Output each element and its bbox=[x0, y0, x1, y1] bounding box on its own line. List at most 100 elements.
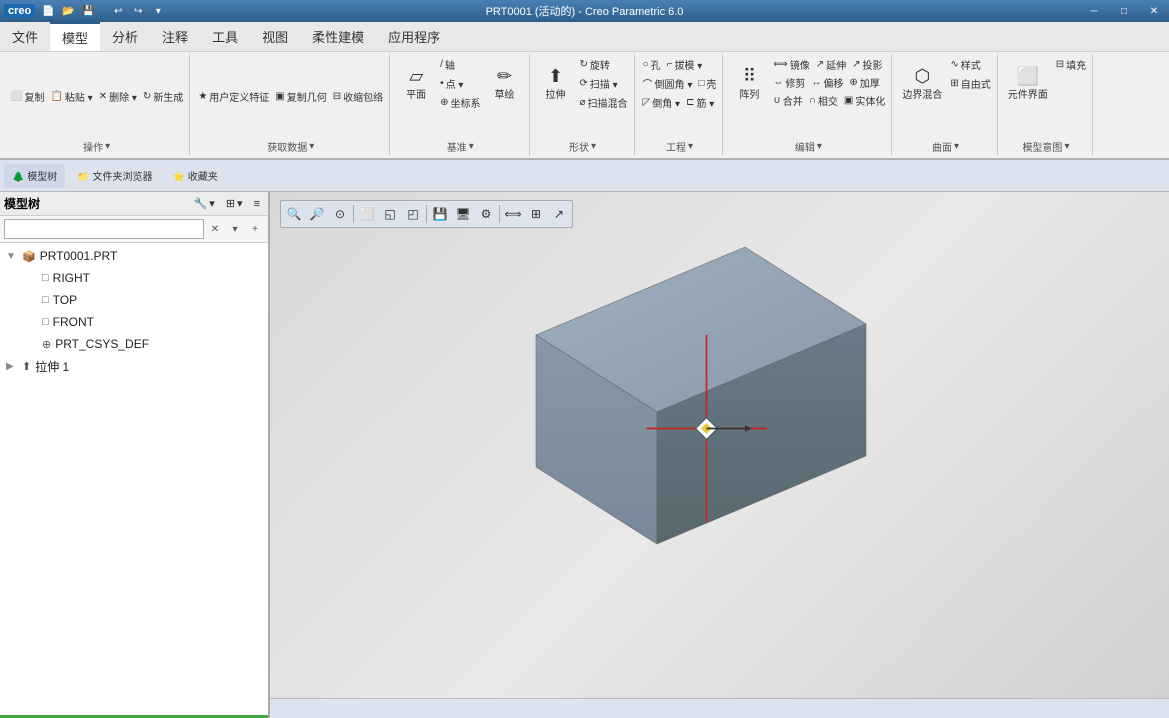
view-save-btn[interactable]: 💾 bbox=[429, 203, 451, 225]
btn-intersect[interactable]: ∩相交 bbox=[807, 92, 840, 109]
btn-copy[interactable]: ⬜复制 bbox=[8, 88, 46, 105]
tree-item-csys[interactable]: ⊕ PRT_CSYS_DEF bbox=[0, 333, 268, 355]
btn-shrinkwrap[interactable]: ⊟收缩包络 bbox=[331, 88, 385, 105]
more-icon: ≡ bbox=[254, 198, 260, 210]
tab-favorites[interactable]: ⭐ 收藏夹 bbox=[164, 164, 225, 188]
btn-boundary-blend[interactable]: ⬡ 边界混合 bbox=[898, 56, 946, 111]
btn-revolve[interactable]: ↻旋转 bbox=[578, 56, 630, 73]
tab-model-tree[interactable]: 🌲 模型树 bbox=[4, 164, 65, 188]
group-label-operations: 操作 ▾ bbox=[8, 137, 185, 154]
new-file-btn[interactable]: 📄 bbox=[39, 2, 57, 20]
view-sep-1 bbox=[353, 205, 354, 223]
btn-shell[interactable]: □壳 bbox=[696, 75, 718, 92]
group-label-datum: 基准 ▾ bbox=[396, 137, 524, 154]
btn-blend-sweep[interactable]: ⌀扫描混合 bbox=[578, 94, 630, 111]
btn-plane[interactable]: ▱ 平面 bbox=[396, 56, 436, 111]
viewport[interactable]: 🔍 🔎 ⊙ ⬜ ◱ ◰ 💾 🖥 ⚙ ⟺ ⊞ ↗ bbox=[270, 192, 1169, 718]
btn-trim[interactable]: ⇔修剪 bbox=[771, 74, 807, 91]
btn-paste[interactable]: 📋粘贴 ▾ bbox=[48, 88, 94, 105]
btn-merge[interactable]: ∪合并 bbox=[771, 92, 804, 109]
btn-copy-geom[interactable]: ▣复制几何 bbox=[273, 88, 328, 105]
expand-extrude1[interactable]: ▶ bbox=[6, 361, 18, 372]
menu-model[interactable]: 模型 bbox=[50, 22, 100, 51]
menu-tools[interactable]: 工具 bbox=[200, 22, 250, 51]
group-label-getdata: 获取数据 ▾ bbox=[196, 137, 385, 154]
menu-file[interactable]: 文件 bbox=[0, 22, 50, 51]
tree-search-input[interactable] bbox=[4, 219, 204, 239]
btn-fill[interactable]: ⊟填充 bbox=[1054, 56, 1088, 73]
btn-sweep[interactable]: ⟳扫描 ▾ bbox=[578, 75, 630, 92]
btn-offset[interactable]: ↔偏移 bbox=[809, 74, 845, 91]
tab-folder-browser[interactable]: 📁 文件夹浏览器 bbox=[69, 164, 160, 188]
btn-delete[interactable]: ✕删除 ▾ bbox=[97, 88, 139, 105]
menu-flexible[interactable]: 柔性建模 bbox=[300, 22, 376, 51]
tree-item-front[interactable]: □ FRONT bbox=[0, 311, 268, 333]
btn-csys[interactable]: ⊕坐标系 bbox=[438, 94, 482, 111]
ribbon-group-surface: ⬡ 边界混合 ∿样式 ⊞自由式 曲面 ▾ bbox=[894, 54, 997, 156]
tree-item-top[interactable]: □ TOP bbox=[0, 289, 268, 311]
group-label-edit: 编辑 ▾ bbox=[729, 137, 887, 154]
view-orient-2[interactable]: ◱ bbox=[379, 203, 401, 225]
menu-annotation[interactable]: 注释 bbox=[150, 22, 200, 51]
tree-search-add[interactable]: + bbox=[246, 220, 264, 238]
minimize-btn[interactable]: ─ bbox=[1079, 0, 1109, 22]
tree-search-expand[interactable]: ▾ bbox=[226, 220, 244, 238]
menu-apps[interactable]: 应用程序 bbox=[376, 22, 452, 51]
btn-mirror[interactable]: ⟺镜像 bbox=[771, 56, 811, 73]
btn-thicken[interactable]: ⊕加厚 bbox=[847, 74, 881, 91]
save-btn[interactable]: 💾 bbox=[79, 2, 97, 20]
tree-title: 模型树 bbox=[4, 195, 40, 212]
tree-item-extrude1[interactable]: ▶ ⬆ 拉伸 1 bbox=[0, 355, 268, 377]
btn-user-feature[interactable]: ★用户定义特征 bbox=[196, 88, 271, 105]
top-icon: □ bbox=[42, 294, 49, 306]
maximize-btn[interactable]: □ bbox=[1109, 0, 1139, 22]
window-controls: ─ □ ✕ bbox=[1079, 0, 1169, 22]
btn-component-interface[interactable]: ⬜ 元件界面 bbox=[1004, 56, 1052, 111]
btn-pattern[interactable]: ⠿ 阵列 bbox=[729, 56, 769, 111]
titlebar: creo 📄 📂 💾 ↩ ↪ ▾ PRT0001 (活动的) - Creo Pa… bbox=[0, 0, 1169, 22]
statusbar bbox=[270, 698, 1169, 718]
close-btn[interactable]: ✕ bbox=[1139, 0, 1169, 22]
zoom-out-btn[interactable]: 🔎 bbox=[306, 203, 328, 225]
tree-display-btn[interactable]: ⊞ ▾ bbox=[222, 196, 247, 211]
menu-view[interactable]: 视图 bbox=[250, 22, 300, 51]
csys-icon: ⊕ bbox=[42, 338, 51, 351]
zoom-fit-btn[interactable]: ⊙ bbox=[329, 203, 351, 225]
tree-item-right[interactable]: □ RIGHT bbox=[0, 267, 268, 289]
tree-more-btn[interactable]: ≡ bbox=[250, 197, 264, 211]
btn-rib[interactable]: ⊏筋 ▾ bbox=[684, 94, 716, 111]
btn-style[interactable]: ∿样式 bbox=[948, 56, 992, 73]
view-sep-3 bbox=[499, 205, 500, 223]
open-file-btn[interactable]: 📂 bbox=[59, 2, 77, 20]
expand-root[interactable]: ▼ bbox=[6, 251, 18, 262]
view-orient-3[interactable]: ◰ bbox=[402, 203, 424, 225]
tree-settings-btn[interactable]: 🔧 ▾ bbox=[190, 196, 219, 211]
btn-project[interactable]: ↗投影 bbox=[850, 56, 884, 73]
btn-freestyle[interactable]: ⊞自由式 bbox=[948, 75, 992, 92]
tree-search-clear[interactable]: ✕ bbox=[206, 220, 224, 238]
btn-draft[interactable]: ⌐拔模 ▾ bbox=[665, 56, 705, 73]
quick-tools: 📄 📂 💾 ↩ ↪ ▾ bbox=[39, 2, 167, 20]
btn-sketch[interactable]: ✏ 草绘 bbox=[485, 56, 525, 111]
btn-point[interactable]: •点 ▾ bbox=[438, 75, 482, 92]
more-btn[interactable]: ▾ bbox=[149, 2, 167, 20]
btn-round[interactable]: ⌒倒圆角 ▾ bbox=[641, 75, 695, 92]
undo-btn[interactable]: ↩ bbox=[109, 2, 127, 20]
btn-extend[interactable]: ↗延伸 bbox=[814, 56, 848, 73]
group-label-shape: 形状 ▾ bbox=[536, 137, 630, 154]
btn-solidify[interactable]: ▣实体化 bbox=[842, 92, 887, 109]
view-orient-1[interactable]: ⬜ bbox=[356, 203, 378, 225]
btn-chamfer[interactable]: ◸倒角 ▾ bbox=[641, 94, 683, 111]
tree-item-root[interactable]: ▼ 📦 PRT0001.PRT bbox=[0, 245, 268, 267]
group-label-surface: 曲面 ▾ bbox=[898, 137, 992, 154]
view-sep-2 bbox=[426, 205, 427, 223]
btn-hole[interactable]: ○孔 bbox=[641, 56, 663, 73]
zoom-in-btn[interactable]: 🔍 bbox=[283, 203, 305, 225]
btn-axis[interactable]: /轴 bbox=[438, 56, 482, 73]
btn-extrude[interactable]: ⬆ 拉伸 bbox=[536, 56, 576, 111]
ribbon: ⬜复制 📋粘贴 ▾ ✕删除 ▾ ↻新生成 操作 ▾ ★用户定义特征 ▣复制几何 … bbox=[0, 52, 1169, 160]
left-panel: 模型树 🔧 ▾ ⊞ ▾ ≡ ✕ ▾ + ▼ 📦 bbox=[0, 192, 270, 718]
redo-btn[interactable]: ↪ bbox=[129, 2, 147, 20]
menu-analysis[interactable]: 分析 bbox=[100, 22, 150, 51]
btn-regenerate[interactable]: ↻新生成 bbox=[141, 88, 185, 105]
